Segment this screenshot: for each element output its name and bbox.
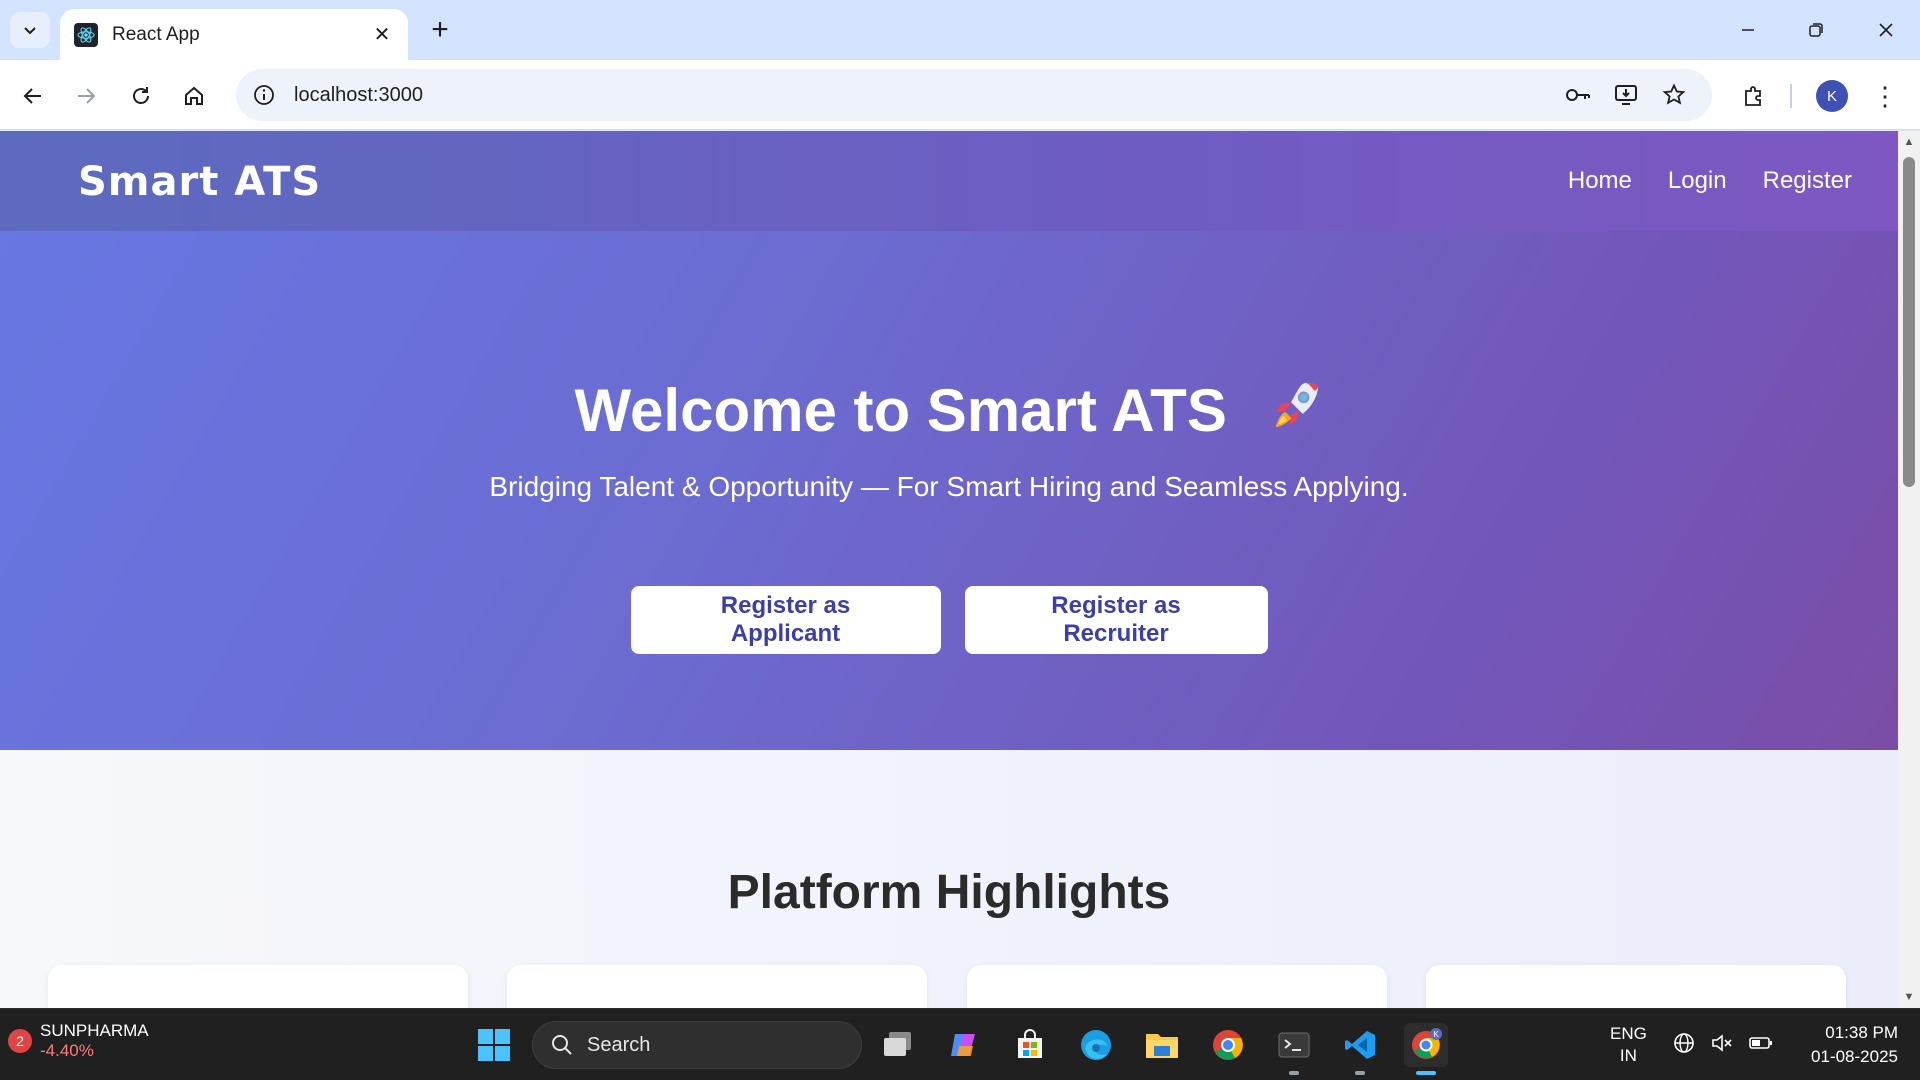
system-tray	[1672, 1031, 1774, 1055]
restore-window-button[interactable]	[1792, 10, 1840, 50]
react-logo-icon	[74, 22, 98, 47]
scrollbar-thumb[interactable]	[1903, 157, 1915, 487]
file-explorer-icon[interactable]	[1140, 1023, 1184, 1067]
new-tab-button[interactable]: +	[422, 12, 458, 48]
search-icon	[552, 1035, 572, 1055]
nav-link-login[interactable]: Login	[1668, 167, 1727, 195]
site-info-icon[interactable]	[248, 79, 280, 111]
browser-toolbar: localhost:3000 K ⋮	[0, 60, 1920, 130]
page-viewport: Smart ATS Home Login Register Welcome to…	[0, 131, 1898, 1008]
system-clock[interactable]: 01:38 PM 01-08-2025	[1811, 1021, 1898, 1069]
hero-title: Welcome to Smart ATS	[0, 376, 1898, 445]
running-indicator	[1289, 1071, 1299, 1075]
address-url[interactable]: localhost:3000	[294, 84, 1558, 107]
language-indicator[interactable]: ENG IN	[1610, 1023, 1647, 1067]
task-view-icon[interactable]	[876, 1023, 920, 1067]
highlight-card	[967, 965, 1387, 1008]
restore-icon	[1809, 23, 1823, 37]
clock-date: 01-08-2025	[1811, 1047, 1898, 1066]
hero-title-text: Welcome to Smart ATS	[574, 377, 1227, 444]
reload-button[interactable]	[121, 76, 161, 116]
windows-taskbar: 2 SUNPHARMA -4.40% Search K ENG IN 01:38…	[0, 1008, 1920, 1080]
forward-button[interactable]	[66, 76, 106, 116]
volume-muted-icon[interactable]	[1710, 1031, 1734, 1055]
active-indicator	[1416, 1071, 1436, 1075]
microsoft-store-icon[interactable]	[1008, 1023, 1052, 1067]
back-button[interactable]	[13, 76, 53, 116]
profile-avatar[interactable]: K	[1816, 80, 1848, 112]
chrome-profile-icon[interactable]: K	[1404, 1023, 1448, 1075]
browser-menu-icon[interactable]: ⋮	[1870, 76, 1900, 116]
highlights-title: Platform Highlights	[727, 866, 1171, 919]
minimize-icon	[1742, 29, 1754, 31]
browser-tab-active[interactable]: React App ✕	[60, 9, 408, 60]
tab-title: React App	[112, 23, 200, 45]
register-applicant-button[interactable]: Register as Applicant	[630, 586, 941, 654]
scroll-down-arrow-icon[interactable]: ▼	[1903, 991, 1915, 1003]
hero-subtitle: Bridging Talent & Opportunity — For Smar…	[489, 471, 1409, 502]
tab-close-icon[interactable]: ✕	[370, 22, 394, 47]
install-app-icon[interactable]	[1606, 75, 1646, 115]
nav-link-home[interactable]: Home	[1568, 167, 1632, 195]
stock-change: -4.40%	[40, 1041, 94, 1060]
notification-badge: 2	[8, 1029, 32, 1053]
minimize-window-button[interactable]	[1724, 10, 1772, 50]
language-primary: ENG	[1610, 1024, 1647, 1043]
taskbar-search-box[interactable]: Search	[532, 1021, 862, 1069]
hero-actions: Register as Applicant Register as Recrui…	[0, 586, 1898, 654]
rocket-icon	[1275, 382, 1318, 428]
battery-icon[interactable]	[1748, 1031, 1774, 1055]
browser-tab-strip: React App ✕ +	[0, 0, 1920, 60]
edge-browser-icon[interactable]	[1074, 1023, 1118, 1067]
site-nav-links: Home Login Register	[1568, 131, 1852, 231]
reload-icon	[133, 87, 149, 104]
globe-network-icon[interactable]	[1672, 1031, 1696, 1055]
bookmark-star-icon[interactable]	[1654, 75, 1694, 115]
svg-text:K: K	[1433, 1030, 1439, 1039]
nav-link-register[interactable]: Register	[1763, 167, 1852, 195]
address-bar[interactable]: localhost:3000	[236, 69, 1712, 121]
arrow-left-icon	[23, 88, 41, 104]
clock-time: 01:38 PM	[1825, 1023, 1898, 1042]
home-button[interactable]	[174, 76, 214, 116]
tab-search-button[interactable]	[10, 12, 50, 48]
highlight-card	[48, 965, 468, 1008]
close-window-button[interactable]	[1862, 10, 1910, 50]
stock-widget[interactable]: 2 SUNPHARMA -4.40%	[8, 1021, 149, 1061]
site-navbar: Smart ATS Home Login Register	[0, 131, 1898, 231]
extensions-button[interactable]	[1734, 76, 1774, 116]
windows-start-icon[interactable]	[472, 1023, 516, 1067]
highlight-card	[507, 965, 927, 1008]
hero-section: Welcome to Smart ATS Bridging Talent & O…	[0, 231, 1898, 750]
language-secondary: IN	[1619, 1046, 1637, 1065]
chevron-down-icon	[24, 27, 36, 35]
arrow-right-icon	[78, 88, 96, 104]
running-indicator	[1355, 1071, 1365, 1075]
chrome-icon[interactable]	[1206, 1023, 1250, 1067]
taskbar-search-placeholder: Search	[587, 1033, 651, 1056]
copilot-icon[interactable]	[942, 1023, 986, 1067]
platform-highlights-section: Platform Highlights	[0, 750, 1898, 1008]
close-icon	[1879, 23, 1893, 37]
vscode-icon[interactable]	[1338, 1023, 1382, 1075]
highlight-card	[1426, 965, 1846, 1008]
site-brand-logo[interactable]: Smart ATS	[78, 159, 321, 205]
page-scrollbar[interactable]: ▲ ▼	[1898, 131, 1920, 1008]
toolbar-divider	[1790, 84, 1792, 108]
password-key-icon[interactable]	[1558, 75, 1598, 115]
home-icon	[185, 86, 203, 105]
puzzle-icon	[1745, 86, 1761, 106]
register-recruiter-button[interactable]: Register as Recruiter	[964, 586, 1268, 654]
stock-name: SUNPHARMA	[40, 1021, 149, 1040]
terminal-icon[interactable]	[1272, 1023, 1316, 1075]
scroll-up-arrow-icon[interactable]: ▲	[1903, 136, 1915, 148]
